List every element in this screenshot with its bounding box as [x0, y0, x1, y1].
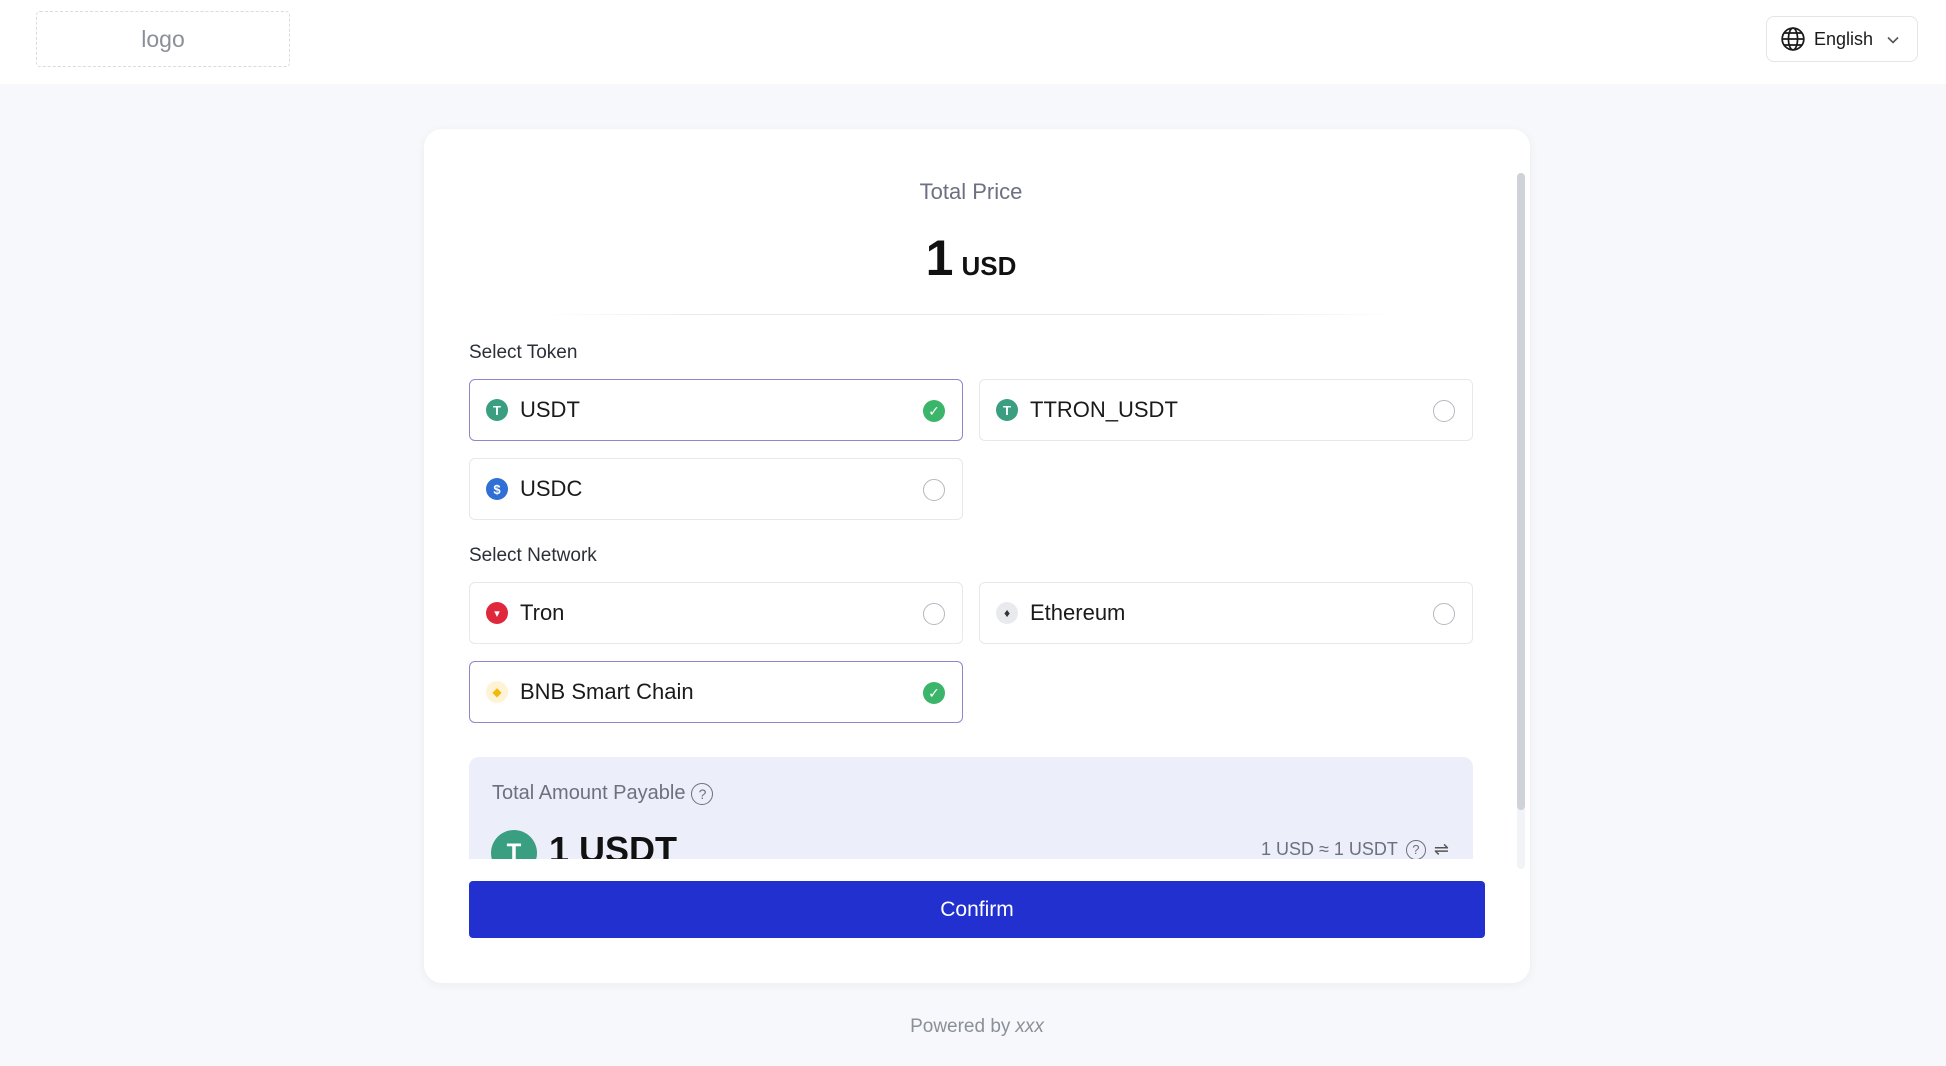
usdt-icon: T — [486, 399, 508, 421]
check-icon: ✓ — [923, 400, 945, 422]
footer: Powered by xxx — [0, 1016, 1946, 1038]
total-payable-amount: 1 USDT — [549, 829, 678, 859]
payment-scroll-area[interactable]: Total Price 1 USD Select Token T USDT ✓ T… — [424, 129, 1530, 859]
network-option-label: Ethereum — [1030, 600, 1126, 625]
token-option-label: TTRON_USDT — [1030, 397, 1178, 422]
select-network-label: Select Network — [469, 545, 597, 566]
language-label: English — [1814, 28, 1874, 49]
total-price-amount: 1 — [925, 230, 954, 286]
network-option-label: Tron — [520, 600, 565, 625]
scrollbar-thumb[interactable] — [1517, 173, 1525, 810]
bnb-icon: ◆ — [486, 681, 508, 703]
confirm-button[interactable]: Confirm — [469, 881, 1485, 938]
exchange-rate: 1 USD ≈ 1 USDT ? ⇌ — [1261, 839, 1449, 859]
total-price-label: Total Price — [919, 179, 1023, 204]
total-price: 1 USD — [424, 229, 1518, 287]
swap-icon[interactable]: ⇌ — [1434, 839, 1449, 859]
logo-placeholder: logo — [36, 11, 290, 67]
help-icon[interactable]: ? — [1405, 839, 1426, 859]
check-icon: ✓ — [923, 682, 945, 704]
radio-icon[interactable] — [1433, 603, 1455, 625]
token-option-usdc[interactable]: $ USDC — [469, 458, 963, 520]
total-price-currency: USD — [961, 251, 1017, 281]
usdc-icon: $ — [486, 478, 508, 500]
radio-icon[interactable] — [1433, 400, 1455, 422]
total-payable-label: Total Amount Payable ? — [492, 782, 714, 805]
token-option-label: USDT — [520, 397, 580, 422]
exchange-rate-text: 1 USD ≈ 1 USDT — [1260, 839, 1398, 859]
footer-prefix: Powered by — [910, 1016, 1011, 1037]
select-token-label: Select Token — [469, 342, 578, 363]
network-option-ethereum[interactable]: ♦ Ethereum — [979, 582, 1473, 644]
divider — [544, 314, 1398, 315]
token-option-ttron-usdt[interactable]: T TTRON_USDT — [979, 379, 1473, 441]
network-option-label: BNB Smart Chain — [520, 679, 694, 704]
usdt-icon: T — [491, 830, 537, 859]
chevron-down-icon — [1887, 32, 1899, 47]
usdt-icon: T — [996, 399, 1018, 421]
radio-icon[interactable] — [923, 479, 945, 501]
network-option-bnb-smart-chain[interactable]: ◆ BNB Smart Chain ✓ — [469, 661, 963, 723]
language-selector[interactable]: English — [1766, 16, 1918, 62]
radio-icon[interactable] — [923, 603, 945, 625]
payment-card: Total Price 1 USD Select Token T USDT ✓ T… — [424, 129, 1530, 983]
footer-brand: xxx — [1015, 1016, 1044, 1037]
top-bar: logo English — [0, 0, 1946, 84]
logo-text: logo — [141, 25, 185, 52]
total-payable-text: Total Amount Payable — [492, 782, 686, 804]
token-option-label: USDC — [520, 476, 583, 501]
total-payable-panel: Total Amount Payable ? T 1 USDT 1 USD ≈ … — [469, 757, 1473, 859]
tron-icon: ▾ — [486, 602, 508, 624]
globe-icon — [1781, 27, 1805, 51]
ethereum-icon: ♦ — [996, 602, 1018, 624]
token-option-usdt[interactable]: T USDT ✓ — [469, 379, 963, 441]
network-option-tron[interactable]: ▾ Tron — [469, 582, 963, 644]
help-icon[interactable]: ? — [691, 782, 714, 805]
